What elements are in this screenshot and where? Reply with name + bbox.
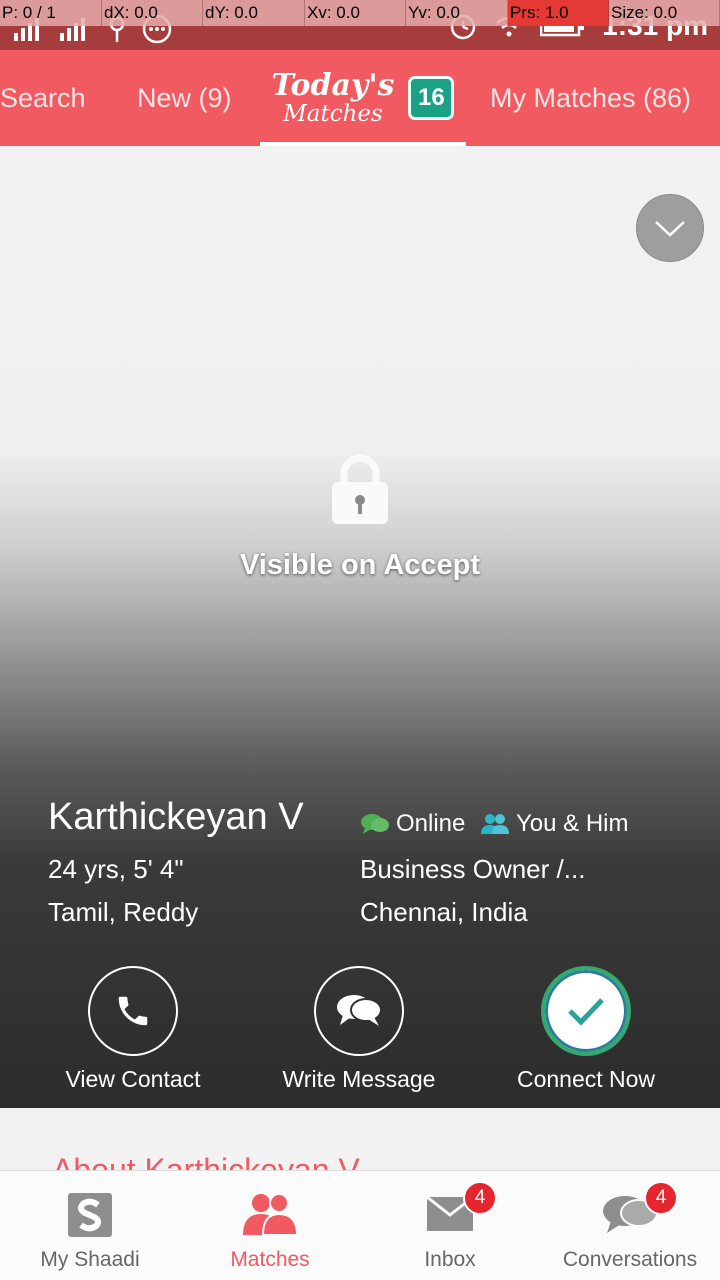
checkmark-icon	[568, 998, 604, 1026]
phone-icon	[118, 996, 148, 1026]
matches-people-icon	[243, 1193, 299, 1236]
top-tab-bar: Search New (9) Today's Matches 16 My Mat…	[0, 50, 720, 146]
visible-on-accept-text: Visible on Accept	[239, 549, 481, 581]
write-message-circle[interactable]	[314, 966, 404, 1056]
debug-dy: dY: 0.0	[203, 0, 305, 26]
message-bubbles-icon	[337, 995, 382, 1026]
mutual-indicator: You & Him	[480, 810, 629, 838]
inbox-count-badge: 4	[463, 1181, 497, 1215]
nav-inbox-icon-wrap	[360, 1193, 540, 1239]
debug-pointer: P: 0 / 1	[0, 0, 102, 26]
nav-matches-label: Matches	[230, 1248, 310, 1271]
view-contact-button[interactable]: View Contact	[33, 966, 233, 1093]
about-section: About Karthickeyan V	[0, 1108, 720, 1172]
people-icon	[481, 814, 509, 834]
online-label: Online	[396, 810, 466, 837]
profile-name: Karthickeyan V	[48, 796, 304, 838]
debug-dx: dX: 0.0	[102, 0, 203, 26]
online-status: Online	[360, 810, 465, 838]
about-title: About Karthickeyan V	[52, 1152, 360, 1172]
connect-now-label: Connect Now	[516, 1066, 656, 1092]
debug-pressure: Prs: 1.0	[508, 0, 609, 26]
nav-conversations-icon-wrap	[540, 1193, 720, 1239]
conversations-count-badge: 4	[644, 1181, 678, 1215]
nav-inbox[interactable]: 4 Inbox	[360, 1171, 540, 1280]
nav-my-shaadi-icon-wrap	[0, 1193, 180, 1239]
debug-size: Size: 0.0	[609, 0, 720, 26]
profile-community: Tamil, Reddy	[48, 897, 199, 927]
online-chat-icon	[361, 814, 389, 834]
profile-card[interactable]: Visible on Accept Karthickeyan V 24 yrs,…	[0, 146, 720, 1108]
connect-now-button[interactable]: Connect Now	[486, 966, 686, 1093]
profile-profession: Business Owner /...	[360, 854, 586, 884]
debug-yv: Yv: 0.0	[406, 0, 508, 26]
nav-my-shaadi[interactable]: My Shaadi	[0, 1171, 180, 1280]
profile-location: Chennai, India	[360, 897, 528, 927]
nav-conversations-label: Conversations	[562, 1248, 698, 1271]
nav-matches[interactable]: Matches	[180, 1171, 360, 1280]
write-message-label: Write Message	[282, 1066, 436, 1092]
expand-options-button[interactable]	[636, 194, 704, 262]
tab-new[interactable]: New (9)	[137, 50, 232, 146]
pointer-debug-overlay: P: 0 / 1 dX: 0.0 dY: 0.0 Xv: 0.0 Yv: 0.0…	[0, 0, 720, 26]
connect-now-circle[interactable]	[541, 966, 631, 1056]
tab-my-matches[interactable]: My Matches (86)	[490, 50, 691, 146]
matches-label: Matches	[283, 100, 383, 127]
todays-label: Today's	[271, 67, 395, 103]
view-contact-label: View Contact	[65, 1066, 201, 1092]
lock-icon	[332, 454, 388, 524]
debug-xv: Xv: 0.0	[305, 0, 406, 26]
write-message-button[interactable]: Write Message	[259, 966, 459, 1093]
todays-matches-count-badge: 16	[408, 76, 455, 120]
todays-matches-logo: Today's Matches	[271, 67, 395, 127]
chevron-down-icon	[655, 221, 685, 237]
nav-matches-icon-wrap	[180, 1193, 360, 1239]
view-contact-circle[interactable]	[88, 966, 178, 1056]
bottom-navigation: My Shaadi Matches 4 Inbox 4 Conversation…	[0, 1170, 720, 1280]
tab-search[interactable]: Search	[0, 50, 86, 146]
shaadi-logo-icon	[68, 1193, 112, 1237]
nav-inbox-label: Inbox	[424, 1248, 476, 1271]
nav-my-shaadi-label: My Shaadi	[40, 1248, 140, 1271]
photo-locked-area: Visible on Accept	[0, 452, 720, 582]
tab-todays-matches[interactable]: Today's Matches 16	[260, 50, 466, 146]
profile-age-height: 24 yrs, 5' 4"	[48, 854, 184, 884]
nav-conversations[interactable]: 4 Conversations	[540, 1171, 720, 1280]
you-and-him-label: You & Him	[516, 810, 629, 837]
